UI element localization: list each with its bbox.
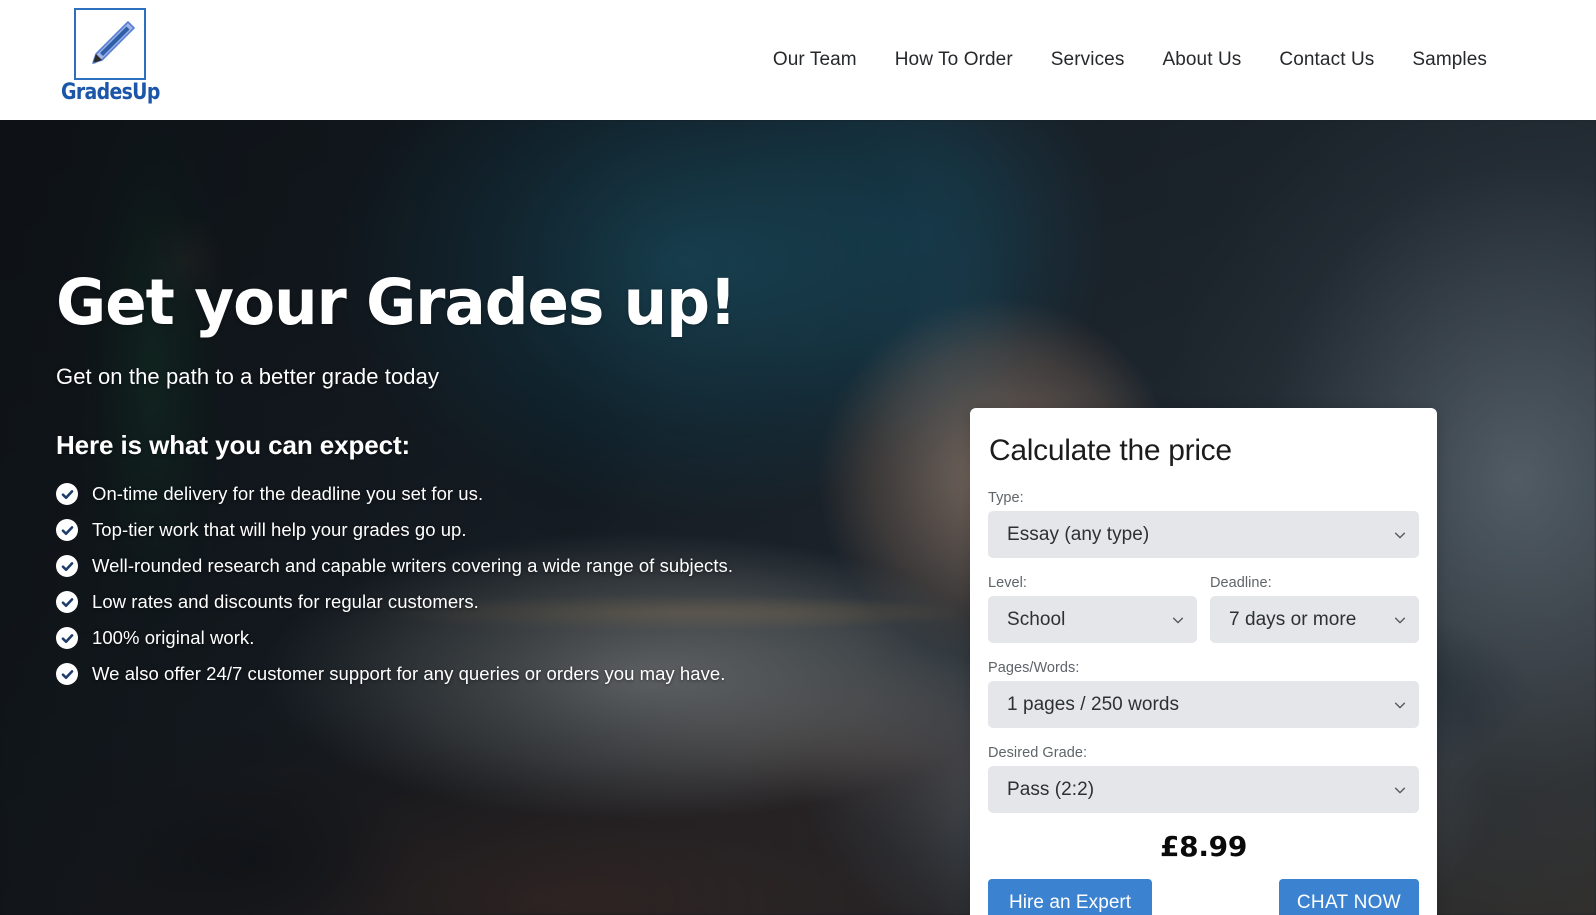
benefit-text: On-time delivery for the deadline you se… xyxy=(92,483,484,505)
chevron-down-icon xyxy=(1394,702,1406,708)
site-header: GradesUp Our Team How To Order Services … xyxy=(0,0,1596,120)
deadline-selected-value: 7 days or more xyxy=(1229,608,1357,630)
brand-logo[interactable]: GradesUp xyxy=(56,8,164,104)
chat-now-button[interactable]: CHAT NOW xyxy=(1278,879,1419,915)
list-item: 100% original work. xyxy=(56,627,956,650)
field-type: Type: Essay (any type) xyxy=(988,490,1419,558)
check-circle-icon xyxy=(56,591,78,614)
field-pages-words: Pages/Words: 1 pages / 250 words xyxy=(988,660,1419,728)
price-calculator-card: Calculate the price Type: Essay (any typ… xyxy=(970,408,1437,915)
nav-item-about-us[interactable]: About Us xyxy=(1143,41,1260,79)
nav-item-our-team[interactable]: Our Team xyxy=(754,41,876,79)
grade-selected-value: Pass (2:2) xyxy=(1007,778,1095,800)
check-circle-icon xyxy=(56,627,78,650)
list-item: On-time delivery for the deadline you se… xyxy=(56,483,956,506)
list-item: Low rates and discounts for regular cust… xyxy=(56,591,956,614)
calculator-actions: Hire an Expert CHAT NOW xyxy=(988,879,1419,915)
chevron-down-icon xyxy=(1394,617,1406,623)
main-navigation: Our Team How To Order Services About Us … xyxy=(754,0,1506,120)
hero-section: Get your Grades up! Get on the path to a… xyxy=(0,120,1596,915)
list-item: Top-tier work that will help your grades… xyxy=(56,519,956,542)
hero-content: Get your Grades up! Get on the path to a… xyxy=(56,266,956,699)
chevron-down-icon xyxy=(1394,787,1406,793)
benefit-text: Top-tier work that will help your grades… xyxy=(92,519,467,541)
hero-expect-heading: Here is what you can expect: xyxy=(56,430,411,461)
field-deadline: Deadline: 7 days or more xyxy=(1210,575,1419,643)
pages-select[interactable]: 1 pages / 250 words xyxy=(988,681,1419,728)
check-circle-icon xyxy=(56,663,78,686)
level-deadline-row: Level: School Deadline: 7 days or more xyxy=(988,575,1419,643)
hire-an-expert-button[interactable]: Hire an Expert xyxy=(988,879,1153,915)
list-item: Well-rounded research and capable writer… xyxy=(56,555,956,578)
field-level: Level: School xyxy=(988,575,1197,643)
pages-selected-value: 1 pages / 250 words xyxy=(1007,693,1180,715)
level-selected-value: School xyxy=(1007,608,1066,630)
type-label: Type: xyxy=(988,490,1024,506)
check-circle-icon xyxy=(56,519,78,542)
nav-item-contact-us[interactable]: Contact Us xyxy=(1260,41,1393,79)
deadline-label: Deadline: xyxy=(1210,575,1272,591)
brand-name: GradesUp xyxy=(60,80,160,105)
nav-item-services[interactable]: Services xyxy=(1032,41,1144,79)
type-select[interactable]: Essay (any type) xyxy=(988,511,1419,558)
level-select[interactable]: School xyxy=(988,596,1197,643)
calculator-title: Calculate the price xyxy=(989,434,1232,467)
type-selected-value: Essay (any type) xyxy=(1007,523,1150,545)
nav-item-how-to-order[interactable]: How To Order xyxy=(876,41,1032,79)
deadline-select[interactable]: 7 days or more xyxy=(1210,596,1419,643)
benefits-list: On-time delivery for the deadline you se… xyxy=(56,483,956,686)
hero-title: Get your Grades up! xyxy=(56,266,737,339)
nav-item-samples[interactable]: Samples xyxy=(1393,41,1506,79)
pencil-icon xyxy=(74,8,146,80)
benefit-text: We also offer 24/7 customer support for … xyxy=(92,663,726,685)
hero-subtitle: Get on the path to a better grade today xyxy=(56,364,440,390)
grade-label: Desired Grade: xyxy=(988,745,1088,761)
benefit-text: 100% original work. xyxy=(92,627,255,649)
chevron-down-icon xyxy=(1172,617,1184,623)
benefit-text: Well-rounded research and capable writer… xyxy=(92,555,734,577)
field-desired-grade: Desired Grade: Pass (2:2) xyxy=(988,745,1419,813)
check-circle-icon xyxy=(56,555,78,578)
pages-label: Pages/Words: xyxy=(988,660,1080,676)
check-circle-icon xyxy=(56,483,78,506)
level-label: Level: xyxy=(988,575,1027,591)
list-item: We also offer 24/7 customer support for … xyxy=(56,663,956,686)
page-root: GradesUp Our Team How To Order Services … xyxy=(0,0,1596,915)
calculated-price: £8.99 xyxy=(1159,830,1248,863)
benefit-text: Low rates and discounts for regular cust… xyxy=(92,591,479,613)
chevron-down-icon xyxy=(1394,532,1406,538)
grade-select[interactable]: Pass (2:2) xyxy=(988,766,1419,813)
